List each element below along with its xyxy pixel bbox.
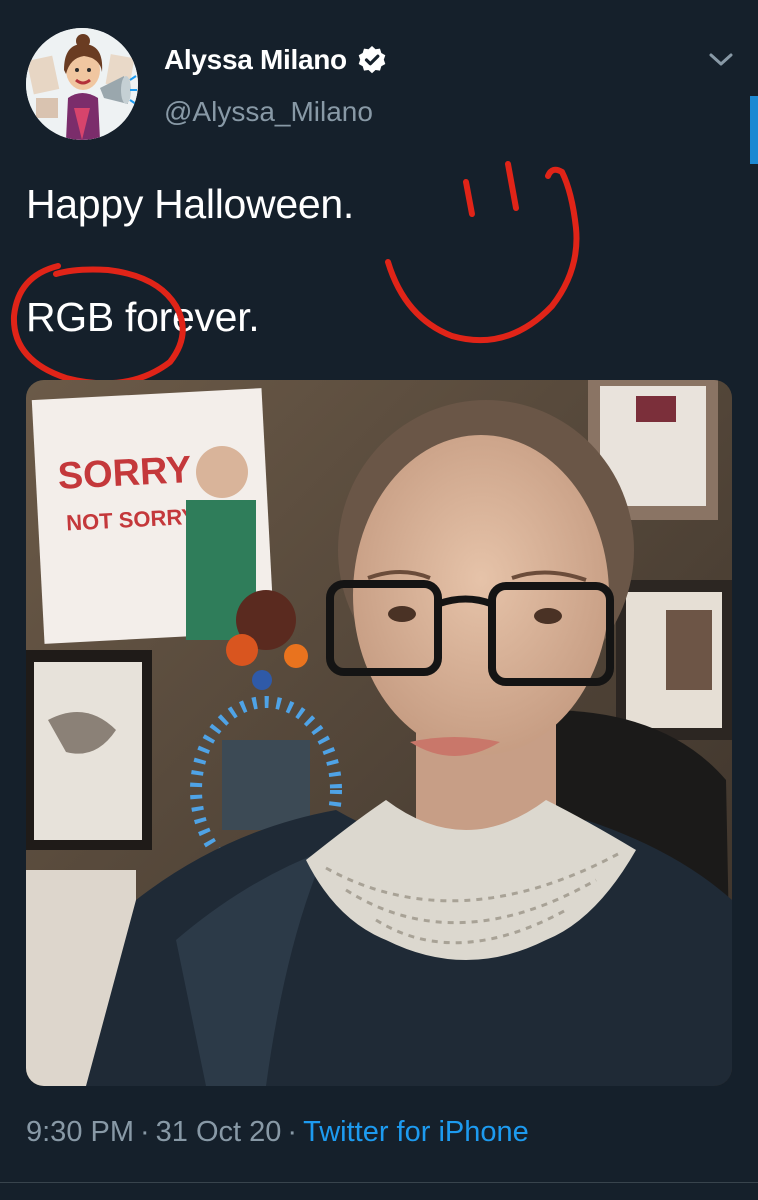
smiley-eye-right (505, 161, 519, 211)
author-name[interactable]: Alyssa Milano (164, 44, 347, 76)
smiley-eye-left (463, 179, 475, 217)
tweet-text-line: Happy Halloween. (26, 181, 354, 227)
tweet-text-line: RGB forever. (26, 294, 260, 340)
scrollbar[interactable] (750, 96, 758, 164)
photo-scene: SORRY NOT SORRY (26, 380, 732, 1086)
divider (0, 1182, 758, 1183)
tweet-source-link[interactable]: Twitter for iPhone (303, 1116, 529, 1148)
avatar[interactable] (26, 28, 138, 140)
tweet-photo[interactable]: SORRY NOT SORRY (26, 380, 732, 1086)
tweet-text: Happy Halloween. RGB forever. (26, 176, 354, 345)
avatar-illustration (26, 28, 138, 140)
author-row: Alyssa Milano (164, 44, 387, 76)
tweet-meta: 9:30 PM · 31 Oct 20 · Twitter for iPhone (26, 1116, 529, 1149)
chevron-down-icon[interactable] (706, 50, 736, 70)
tweet-time: 9:30 PM (26, 1116, 134, 1148)
svg-text:SORRY: SORRY (57, 449, 193, 498)
smiley-mouth (385, 166, 580, 344)
tweet-date: 31 Oct 20 (155, 1116, 282, 1148)
meta-separator: · (140, 1116, 150, 1148)
verified-badge-icon (357, 45, 387, 75)
meta-separator: · (287, 1116, 298, 1148)
author-handle[interactable]: @Alyssa_Milano (164, 96, 373, 128)
